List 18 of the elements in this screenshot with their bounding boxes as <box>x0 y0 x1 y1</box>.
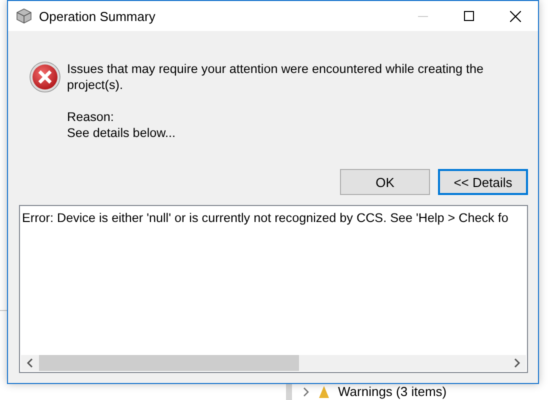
warning-icon <box>318 384 330 398</box>
message-text: Issues that may require your attention were encountered while creating the project(s). <box>67 61 485 93</box>
details-area[interactable]: Error: Device is either 'null' or is currently not recognized by CCS. See 'Help > Check fo <box>19 205 528 373</box>
error-icon <box>29 61 61 93</box>
ok-button[interactable]: OK <box>340 169 430 195</box>
cube-icon <box>16 8 32 24</box>
reason-label: Reason: <box>67 109 115 125</box>
scroll-left-icon[interactable] <box>26 358 34 368</box>
warnings-label: Warnings (3 items) <box>338 384 447 399</box>
reason-text: See details below... <box>67 125 177 141</box>
scroll-right-icon[interactable] <box>513 358 521 368</box>
chevron-icon[interactable] <box>302 386 310 396</box>
close-icon <box>510 10 520 22</box>
window-title: Operation Summary <box>39 8 156 24</box>
details-text: Error: Device is either 'null' or is currently not recognized by CCS. See 'Help > Check fo <box>22 211 508 225</box>
maximize-icon <box>464 11 474 21</box>
details-button[interactable]: << Details <box>438 169 528 195</box>
horizontal-scrollbar[interactable] <box>21 355 526 371</box>
